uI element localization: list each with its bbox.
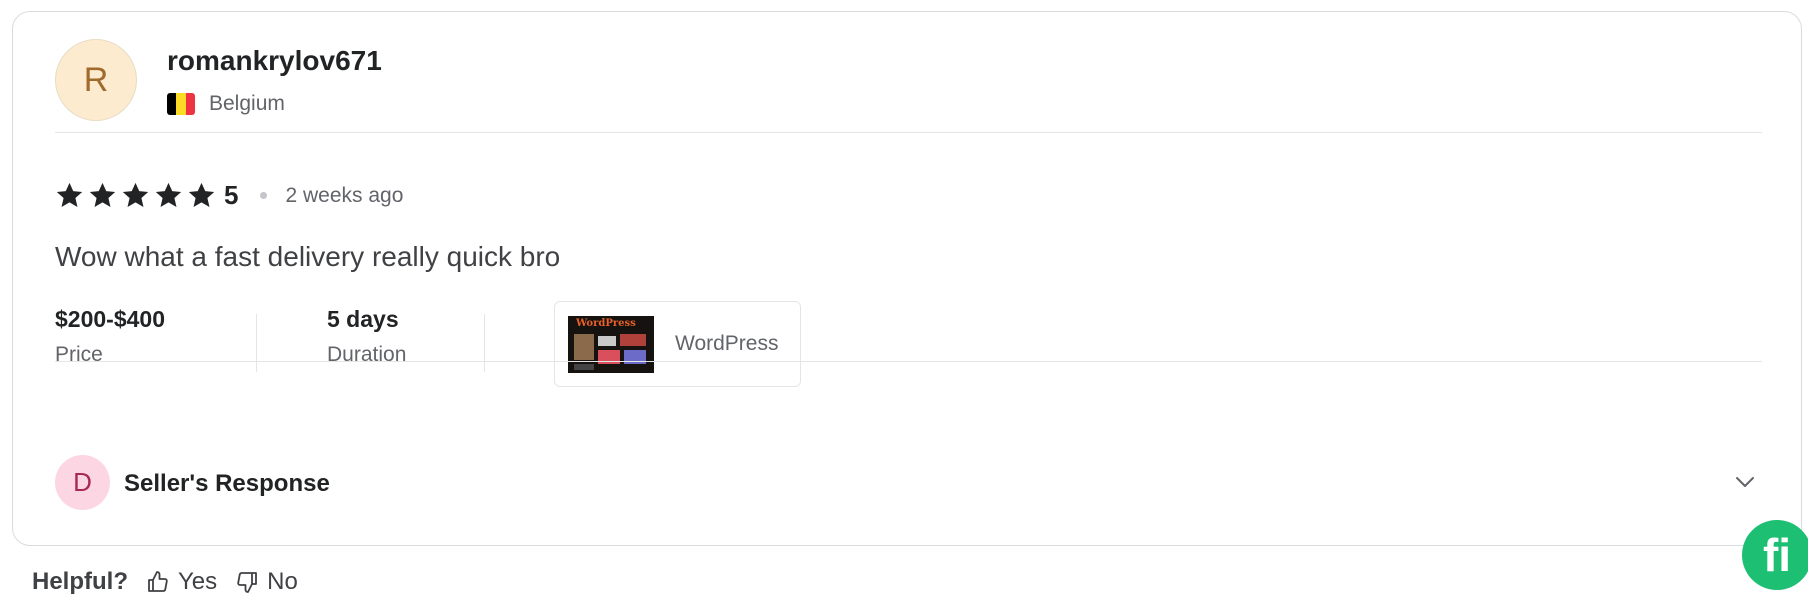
gig-thumbnail: WordPress: [568, 315, 654, 373]
helpful-yes-button[interactable]: Yes: [146, 568, 217, 596]
gig-thumbnail-title: WordPress: [576, 317, 636, 329]
helpful-no-button[interactable]: No: [235, 568, 298, 596]
star-icon: [89, 182, 116, 207]
meta-divider: [484, 314, 485, 372]
seller-response-label[interactable]: Seller's Response: [124, 470, 330, 498]
helpful-row: Helpful? Yes No: [32, 568, 316, 596]
review-text: Wow what a fast delivery really quick br…: [55, 241, 561, 272]
star-icon: [155, 182, 182, 207]
review-card: R romankrylov671 Belgium 5 2 weeks ago W…: [12, 11, 1802, 546]
country-name: Belgium: [209, 92, 285, 115]
fiverr-logo-text: fi: [1762, 529, 1792, 581]
reviewer-avatar-initial: R: [83, 60, 109, 99]
star-icon: [188, 182, 215, 207]
star-icon: [56, 182, 83, 207]
review-time: 2 weeks ago: [285, 183, 404, 207]
price-value: $200-$400: [55, 306, 165, 332]
response-divider: [55, 361, 1762, 362]
chevron-down-icon[interactable]: [1733, 470, 1757, 494]
reviewer-avatar[interactable]: R: [55, 39, 137, 121]
duration-value: 5 days: [327, 306, 399, 332]
thumbs-down-icon: [237, 572, 258, 593]
duration-block: 5 days Duration: [327, 306, 406, 367]
header-divider: [55, 132, 1762, 133]
seller-avatar-initial: D: [73, 467, 92, 497]
rating-value: 5: [224, 180, 239, 210]
reviewer-username[interactable]: romankrylov671: [167, 45, 382, 77]
belgium-flag-icon: [167, 93, 195, 115]
gig-name: WordPress: [675, 332, 779, 355]
reviewer-country: Belgium: [167, 92, 285, 116]
fiverr-logo-badge[interactable]: fi: [1742, 520, 1808, 590]
meta-divider: [256, 314, 257, 372]
rating-row: 5 2 weeks ago: [55, 180, 403, 211]
star-rating: [55, 181, 220, 210]
gig-link[interactable]: WordPress WordPress: [554, 301, 801, 387]
thumbs-up-icon: [148, 571, 168, 592]
seller-avatar: D: [55, 455, 110, 510]
helpful-no-label: No: [267, 568, 298, 595]
duration-label: Duration: [327, 343, 407, 366]
star-icon: [122, 182, 149, 207]
helpful-question: Helpful?: [32, 568, 128, 595]
helpful-yes-label: Yes: [178, 568, 218, 595]
price-label: Price: [55, 343, 103, 366]
price-block: $200-$400 Price: [55, 306, 165, 367]
separator-dot: [260, 192, 268, 199]
